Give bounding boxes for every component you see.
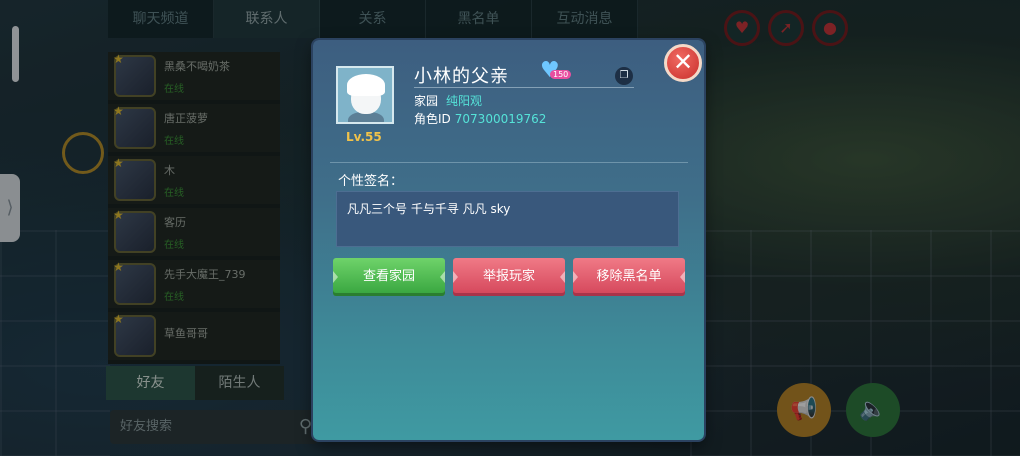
copy-icon[interactable]: ❐ xyxy=(615,67,633,85)
home-label: 家园 xyxy=(414,94,439,108)
view-home-button[interactable]: 查看家园 xyxy=(333,258,445,296)
player-avatar xyxy=(336,66,394,124)
divider xyxy=(330,162,688,163)
role-id-label: 角色ID xyxy=(414,112,451,126)
role-id-row: 角色ID 707300019762 xyxy=(414,110,546,127)
home-value: 纯阳观 xyxy=(446,94,483,108)
signature-text: 凡凡三个号 千与千寻 凡凡 sky xyxy=(336,191,679,247)
player-name: 小林的父亲 xyxy=(414,66,509,87)
heart-count: 150 xyxy=(550,70,572,79)
report-player-button[interactable]: 举报玩家 xyxy=(453,258,565,296)
signature-label: 个性签名： xyxy=(338,174,404,189)
player-level: Lv.55 xyxy=(346,130,382,144)
home-row: 家园 纯阳观 xyxy=(414,92,482,109)
heart-badge: ♥ 150 xyxy=(540,60,572,82)
close-button[interactable]: ✕ xyxy=(664,44,702,82)
role-id-value: 707300019762 xyxy=(454,112,547,126)
close-icon: ✕ xyxy=(672,48,694,76)
remove-blacklist-button[interactable]: 移除黑名单 xyxy=(573,258,685,296)
name-underline xyxy=(414,87,634,88)
